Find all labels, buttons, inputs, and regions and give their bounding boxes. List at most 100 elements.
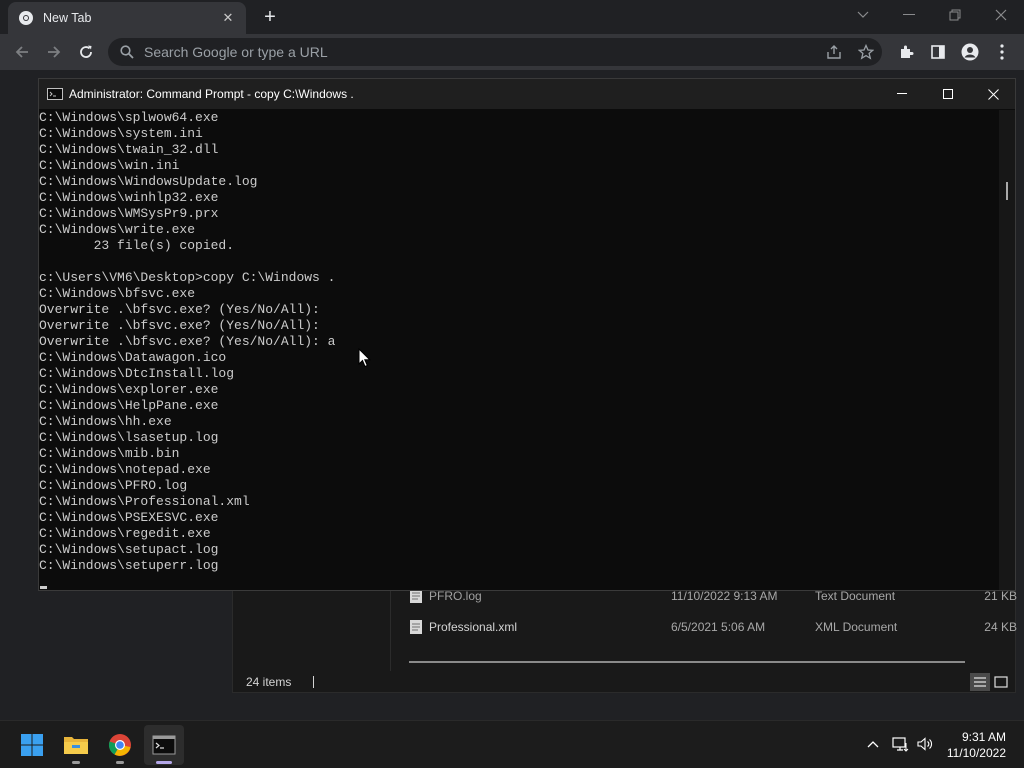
browser-restore-button[interactable] xyxy=(932,0,978,30)
console-line: C:\Windows\setuperr.log xyxy=(39,558,219,573)
windows-logo-icon xyxy=(21,734,43,756)
search-icon xyxy=(120,45,134,59)
console-line: C:\Windows\PSEXESVC.exe xyxy=(39,510,219,525)
network-icon[interactable] xyxy=(891,735,909,753)
show-hidden-icons-chevron-icon[interactable] xyxy=(864,735,882,753)
cmd-close-button[interactable] xyxy=(970,79,1016,109)
console-line: Overwrite .\bfsvc.exe? (Yes/No/All): xyxy=(39,302,320,317)
horizontal-scrollbar[interactable] xyxy=(409,661,965,663)
command-prompt-window[interactable]: Administrator: Command Prompt - copy C:\… xyxy=(38,78,1016,591)
text-cursor xyxy=(40,586,47,589)
chrome-logo-icon xyxy=(108,734,131,756)
tab-search-icon[interactable] xyxy=(840,0,886,30)
explorer-navigation-pane[interactable] xyxy=(233,581,391,671)
start-button[interactable] xyxy=(12,725,52,765)
file-explorer-window: PFRO.log 11/10/2022 9:13 AM Text Documen… xyxy=(232,580,1017,693)
maximize-icon xyxy=(943,89,953,99)
taskbar-command-prompt[interactable] xyxy=(144,725,184,765)
console-line: Overwrite .\bfsvc.exe? (Yes/No/All): a xyxy=(39,334,336,349)
terminal-icon xyxy=(152,735,176,755)
tab-new-tab[interactable]: New Tab ✕ xyxy=(8,2,246,34)
xml-document-icon xyxy=(410,620,422,634)
console-line: C:\Windows\system.ini xyxy=(39,126,203,141)
console-line: C:\Windows\lsasetup.log xyxy=(39,430,219,445)
file-name: Professional.xml xyxy=(429,620,518,634)
tiles-view-button[interactable] xyxy=(991,673,1011,691)
browser-tabstrip: New Tab ✕ + xyxy=(0,0,1024,34)
volume-icon[interactable] xyxy=(916,735,934,753)
mouse-pointer-icon xyxy=(358,348,372,368)
share-icon[interactable] xyxy=(822,40,846,64)
browser-minimize-button[interactable] xyxy=(886,0,932,30)
console-line: C:\Windows\HelpPane.exe xyxy=(39,398,219,413)
console-line: C:\Windows\hh.exe xyxy=(39,414,172,429)
explorer-status-bar: 24 items xyxy=(233,671,1017,693)
cmd-maximize-button[interactable] xyxy=(925,79,971,109)
folder-icon xyxy=(64,737,88,754)
cmd-app-icon xyxy=(47,88,63,100)
file-size: 24 KB xyxy=(984,620,1017,634)
console-line: C:\Windows\WindowsUpdate.log xyxy=(39,174,258,189)
tab-title: New Tab xyxy=(43,11,92,25)
minimize-icon xyxy=(897,93,907,94)
close-icon xyxy=(987,88,999,100)
omnibox-placeholder: Search Google or type a URL xyxy=(144,44,328,60)
cmd-minimize-button[interactable] xyxy=(879,79,925,109)
console-line: C:\Windows\Professional.xml xyxy=(39,494,250,509)
back-button[interactable] xyxy=(10,40,34,64)
console-line: C:\Windows\mib.bin xyxy=(39,446,180,461)
chrome-icon xyxy=(19,11,33,25)
reload-icon xyxy=(80,45,92,58)
forward-button[interactable] xyxy=(42,40,66,64)
console-line: C:\Windows\setupact.log xyxy=(39,542,219,557)
reload-button[interactable] xyxy=(74,40,98,64)
profile-avatar-icon[interactable] xyxy=(958,40,982,64)
forward-arrow-icon xyxy=(48,46,61,58)
console-line: C:\Windows\twain_32.dll xyxy=(39,142,219,157)
taskbar-file-explorer[interactable] xyxy=(56,725,96,765)
console-line: C:\Windows\explorer.exe xyxy=(39,382,219,397)
console-line: c:\Users\VM6\Desktop>copy C:\Windows . xyxy=(39,270,336,285)
running-indicator xyxy=(72,761,80,764)
windows-taskbar: 9:31 AM 11/10/2022 xyxy=(0,720,1024,768)
details-view-icon xyxy=(974,677,986,687)
bookmark-star-icon[interactable] xyxy=(854,40,878,64)
browser-close-button[interactable] xyxy=(978,0,1024,30)
system-clock[interactable]: 9:31 AM 11/10/2022 xyxy=(947,729,1006,761)
back-arrow-icon xyxy=(15,46,28,58)
tab-close-icon[interactable]: ✕ xyxy=(220,10,236,26)
cmd-title-bar[interactable]: Administrator: Command Prompt - copy C:\… xyxy=(39,79,1015,109)
console-line: C:\Windows\DtcInstall.log xyxy=(39,366,235,381)
new-tab-button[interactable]: + xyxy=(258,6,282,30)
console-line: 23 file(s) copied. xyxy=(39,238,235,253)
console-line: C:\Windows\regedit.exe xyxy=(39,526,211,541)
console-line: C:\Windows\bfsvc.exe xyxy=(39,286,196,301)
console-line: C:\Windows\write.exe xyxy=(39,222,196,237)
console-line: C:\Windows\PFRO.log xyxy=(39,478,188,493)
browser-toolbar: Search Google or type a URL xyxy=(0,34,1024,70)
scrollbar-thumb[interactable] xyxy=(1006,182,1008,200)
file-date: 6/5/2021 5:06 AM xyxy=(671,620,766,634)
console-line: C:\Windows\winhlp32.exe xyxy=(39,190,219,205)
omnibox[interactable]: Search Google or type a URL xyxy=(108,38,882,66)
clock-time: 9:31 AM xyxy=(961,730,1006,744)
active-indicator xyxy=(156,761,172,764)
console-line: C:\Windows\WMSysPr9.prx xyxy=(39,206,219,221)
console-line: Overwrite .\bfsvc.exe? (Yes/No/All): xyxy=(39,318,320,333)
running-indicator xyxy=(116,761,124,764)
console-line: C:\Windows\notepad.exe xyxy=(39,462,211,477)
file-row[interactable]: Professional.xml 6/5/2021 5:06 AM XML Do… xyxy=(409,616,1017,638)
console-output[interactable]: C:\Windows\splwow64.exe C:\Windows\system… xyxy=(39,110,1001,592)
status-divider xyxy=(313,676,315,688)
console-line: C:\Windows\splwow64.exe xyxy=(39,110,219,125)
side-panel-icon[interactable] xyxy=(926,40,950,64)
console-line: C:\Windows\win.ini xyxy=(39,158,180,173)
extensions-icon[interactable] xyxy=(894,40,918,64)
taskbar-chrome[interactable] xyxy=(100,725,140,765)
file-type: XML Document xyxy=(815,620,898,634)
details-view-button[interactable] xyxy=(970,673,990,691)
cmd-window-title: Administrator: Command Prompt - copy C:\… xyxy=(69,87,354,101)
cmd-vertical-scrollbar[interactable] xyxy=(999,110,1015,590)
chrome-menu-icon[interactable] xyxy=(990,40,1014,64)
